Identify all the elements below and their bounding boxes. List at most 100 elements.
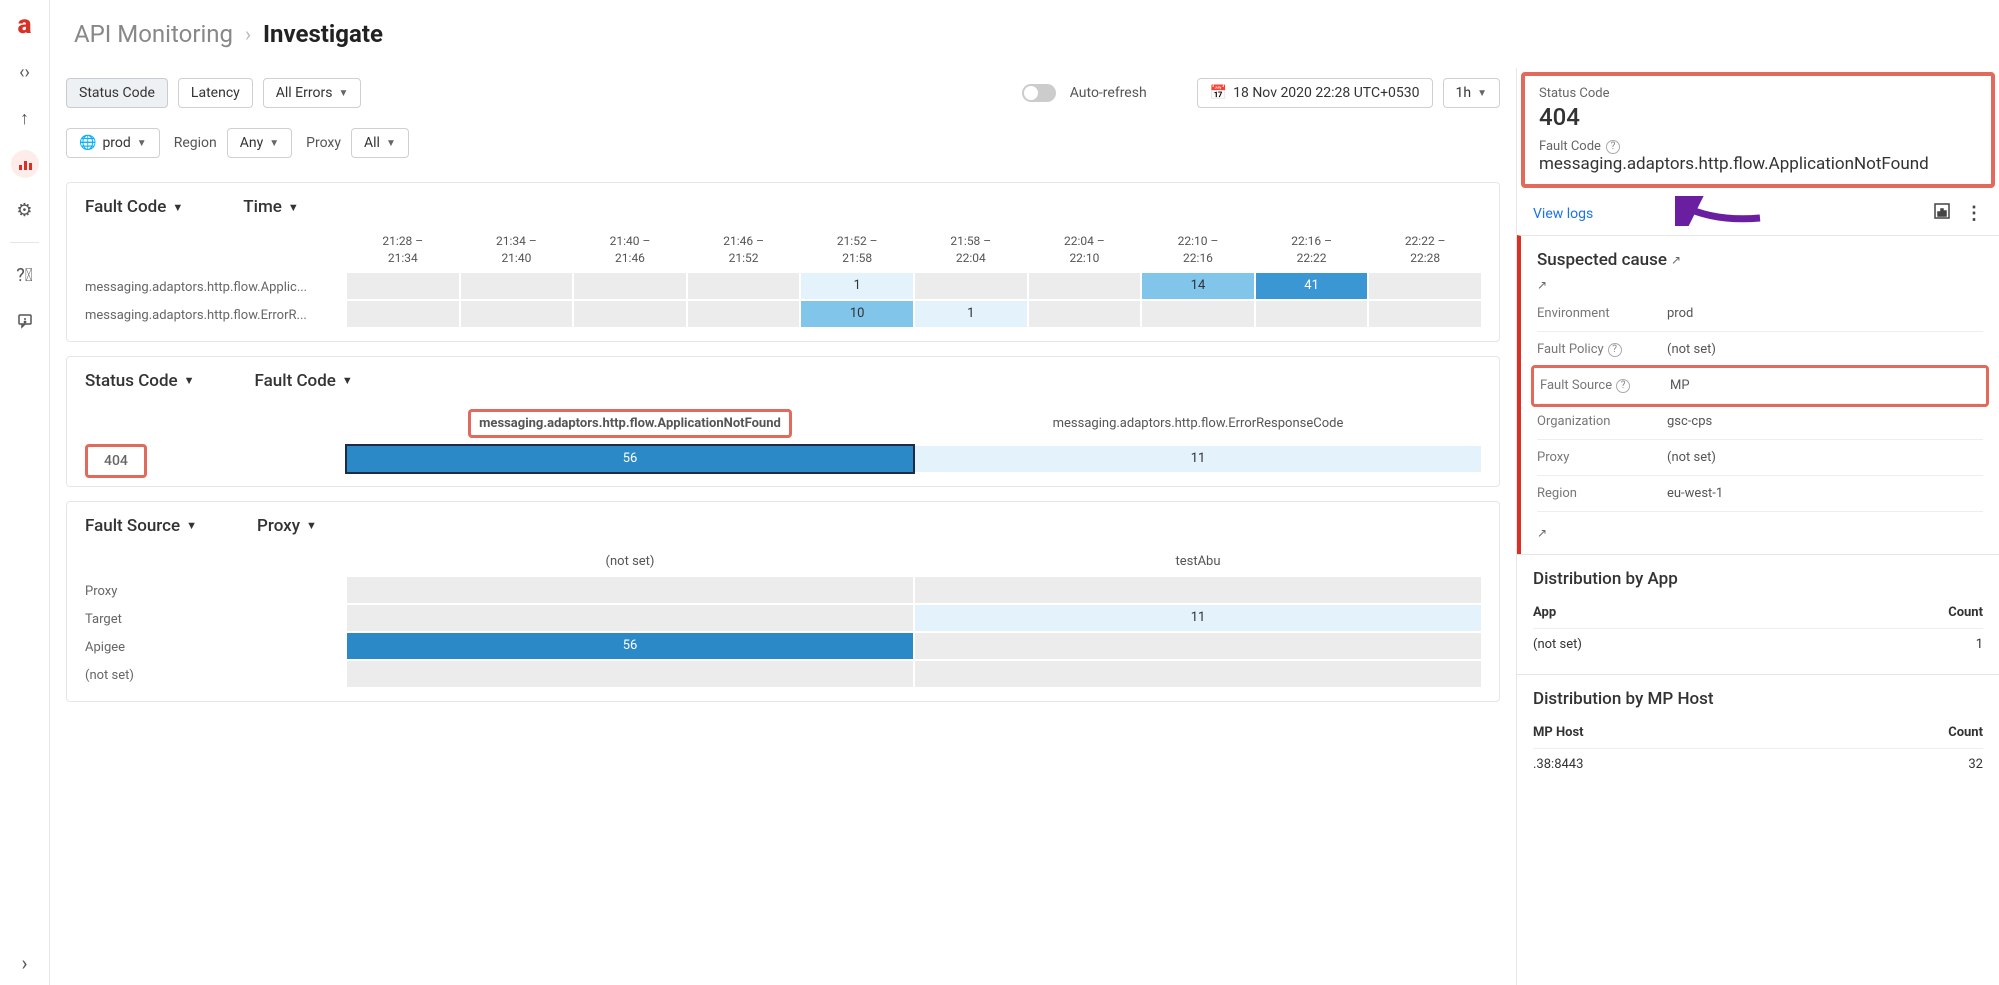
external-link-icon[interactable]: ↗ [1537, 526, 1983, 540]
source-cell[interactable] [347, 661, 913, 687]
heatmap-cell[interactable] [347, 301, 459, 327]
time-col-header: 22:04 –22:10 [1029, 229, 1141, 271]
dim-faultcode2[interactable]: Fault Code▼ [255, 371, 353, 391]
source-cell[interactable] [915, 633, 1481, 659]
analyze-icon[interactable] [11, 150, 39, 178]
time-col-header: 22:10 –22:16 [1142, 229, 1254, 271]
cell-404-appnotfound[interactable]: 56 [347, 446, 913, 472]
panel-faultcode-time: Fault Code▼ Time▼ 21:28 –21:3421:34 –21:… [66, 182, 1500, 342]
source-cell[interactable] [915, 661, 1481, 687]
heatmap-cell[interactable] [1142, 301, 1254, 327]
help-circle-icon[interactable]: ? [1608, 343, 1622, 357]
heatmap-cell[interactable] [1369, 273, 1481, 299]
tab-latency[interactable]: Latency [178, 78, 253, 108]
view-logs-link[interactable]: View logs [1533, 206, 1593, 222]
feedback-icon[interactable] [11, 307, 39, 335]
heatmap-cell[interactable] [688, 301, 800, 327]
heatmap-cell[interactable] [1369, 301, 1481, 327]
heatmap-cell[interactable] [347, 273, 459, 299]
heatmap-cell[interactable]: 14 [1142, 273, 1254, 299]
proxy-picker[interactable]: All▼ [351, 128, 409, 158]
source-cell[interactable] [347, 605, 913, 631]
heatmap-cell[interactable]: 10 [801, 301, 913, 327]
dist-mp-h1: MP Host [1533, 725, 1584, 740]
time-col-header: 21:52 –21:58 [801, 229, 913, 271]
heatmap-cell[interactable] [688, 273, 800, 299]
heatmap-cell[interactable] [1256, 301, 1368, 327]
heatmap-cell[interactable] [915, 273, 1027, 299]
heatmap-cell[interactable]: 41 [1256, 273, 1368, 299]
admin-gear-icon[interactable]: ⚙ [11, 196, 39, 224]
dim-faultcode[interactable]: Fault Code▼ [85, 197, 183, 217]
source-cell[interactable]: 56 [347, 633, 913, 659]
detail-status-value: 404 [1539, 103, 1977, 131]
time-col-header: 21:46 –21:52 [688, 229, 800, 271]
primary-toolbar: Status Code Latency All Errors▼ Auto-ref… [66, 68, 1500, 118]
dim-faultsource[interactable]: Fault Source▼ [85, 516, 197, 536]
breadcrumb-parent[interactable]: API Monitoring [74, 20, 233, 48]
heatmap-cell[interactable] [461, 301, 573, 327]
region-picker[interactable]: Any▼ [227, 128, 292, 158]
heatmap-cell[interactable] [1029, 273, 1141, 299]
fault-row-label[interactable]: messaging.adaptors.http.flow.Applic... [85, 273, 345, 299]
caret-down-icon: ▼ [342, 374, 353, 387]
heatmap-cell[interactable] [574, 301, 686, 327]
source-row-label[interactable]: Target [85, 605, 345, 631]
heatmap-cell[interactable]: 1 [915, 301, 1027, 327]
region-label: Region [174, 135, 217, 151]
caret-down-icon: ▼ [137, 138, 147, 149]
publish-icon[interactable]: ↑ [11, 104, 39, 132]
source-row-label[interactable]: (not set) [85, 661, 345, 687]
heatmap-cell[interactable] [1029, 301, 1141, 327]
fault-row-label[interactable]: messaging.adaptors.http.flow.ErrorR... [85, 301, 345, 327]
source-row-label[interactable]: Proxy [85, 577, 345, 603]
source-cell[interactable] [915, 577, 1481, 603]
filter-all-errors[interactable]: All Errors▼ [263, 78, 362, 108]
tab-status-code[interactable]: Status Code [66, 78, 168, 108]
annotation-arrow-icon [1675, 196, 1765, 226]
help-circle-icon[interactable]: ? [1616, 379, 1630, 393]
help-circle-icon[interactable]: ? [1606, 140, 1620, 154]
cell-404-errorresp[interactable]: 11 [915, 446, 1481, 472]
time-col-header: 21:58 –22:04 [915, 229, 1027, 271]
main-area: API Monitoring › Investigate Status Code… [50, 0, 1999, 985]
help-icon[interactable]: ?⃝ [11, 261, 39, 289]
dim-time[interactable]: Time▼ [243, 197, 299, 217]
source-row-label[interactable]: Apigee [85, 633, 345, 659]
page-title: Investigate [263, 20, 383, 48]
kv-value: MP [1670, 368, 1980, 404]
col-notset[interactable]: (not set) [347, 548, 913, 575]
external-link-icon[interactable]: ↗ [1671, 253, 1681, 267]
heatmap-cell[interactable] [574, 273, 686, 299]
source-cell[interactable] [347, 577, 913, 603]
globe-icon: 🌐 [79, 135, 96, 151]
dim-statuscode[interactable]: Status Code▼ [85, 371, 195, 391]
time-col-header: 21:34 –21:40 [461, 229, 573, 271]
time-col-header: 22:16 –22:22 [1256, 229, 1368, 271]
dist-app-h2: Count [1948, 605, 1983, 620]
more-menu-icon[interactable]: ⋮ [1965, 203, 1983, 224]
auto-refresh-toggle[interactable] [1022, 84, 1056, 102]
chart-icon[interactable] [1933, 202, 1951, 225]
dim-proxy[interactable]: Proxy▼ [257, 516, 317, 536]
center-column: Status Code Latency All Errors▼ Auto-ref… [50, 68, 1516, 985]
env-picker[interactable]: 🌐 prod ▼ [66, 128, 160, 158]
caret-down-icon: ▼ [1477, 88, 1487, 99]
suspected-cause-title: Suspected cause ↗ [1537, 250, 1983, 270]
source-cell[interactable]: 11 [915, 605, 1481, 631]
col-errorresponse[interactable]: messaging.adaptors.http.flow.ErrorRespon… [915, 410, 1481, 437]
heatmap-cell[interactable]: 1 [801, 273, 913, 299]
develop-icon[interactable]: ‹› [11, 58, 39, 86]
expand-rail-icon[interactable]: › [21, 951, 27, 975]
datetime-picker[interactable]: 📅 18 Nov 2020 22:28 UTC+0530 [1197, 78, 1433, 108]
status-404-cell[interactable]: 404 [85, 444, 147, 478]
heatmap-cell[interactable] [461, 273, 573, 299]
time-range-picker[interactable]: 1h▼ [1443, 78, 1501, 108]
external-link-icon[interactable]: ↗ [1537, 278, 1983, 292]
col-appnotfound[interactable]: messaging.adaptors.http.flow.Application… [468, 409, 792, 438]
kv-key: Proxy [1537, 440, 1667, 476]
caret-down-icon: ▼ [172, 201, 183, 214]
source-proxy-grid: (not set) testAbu ProxyTarget11Apigee56(… [85, 548, 1481, 687]
detail-fault-label: Fault Code? [1539, 139, 1977, 154]
col-testabu[interactable]: testAbu [915, 548, 1481, 575]
